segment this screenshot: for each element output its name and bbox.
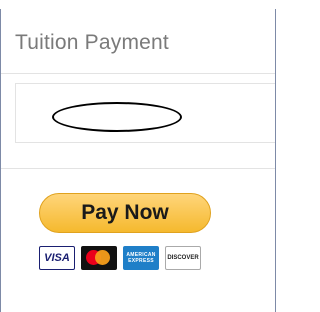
divider <box>1 168 275 169</box>
accepted-cards: VISA AMERICAN EXPRESS DISCOVER <box>39 246 201 270</box>
amex-icon: AMERICAN EXPRESS <box>123 246 159 270</box>
payment-field-row <box>15 83 275 143</box>
panel-title: Tuition Payment <box>15 31 169 54</box>
pay-now-label: Pay Now <box>81 201 169 224</box>
tuition-payment-panel: Tuition Payment Pay Now VISA AMERICAN EX… <box>0 9 276 312</box>
panel-header: Tuition Payment <box>1 9 275 74</box>
pay-now-button[interactable]: Pay Now <box>39 193 211 233</box>
redacted-field-oval <box>52 102 182 132</box>
mastercard-icon <box>81 246 117 270</box>
visa-icon: VISA <box>39 246 75 270</box>
top-strip <box>0 0 278 9</box>
discover-icon: DISCOVER <box>165 246 201 270</box>
